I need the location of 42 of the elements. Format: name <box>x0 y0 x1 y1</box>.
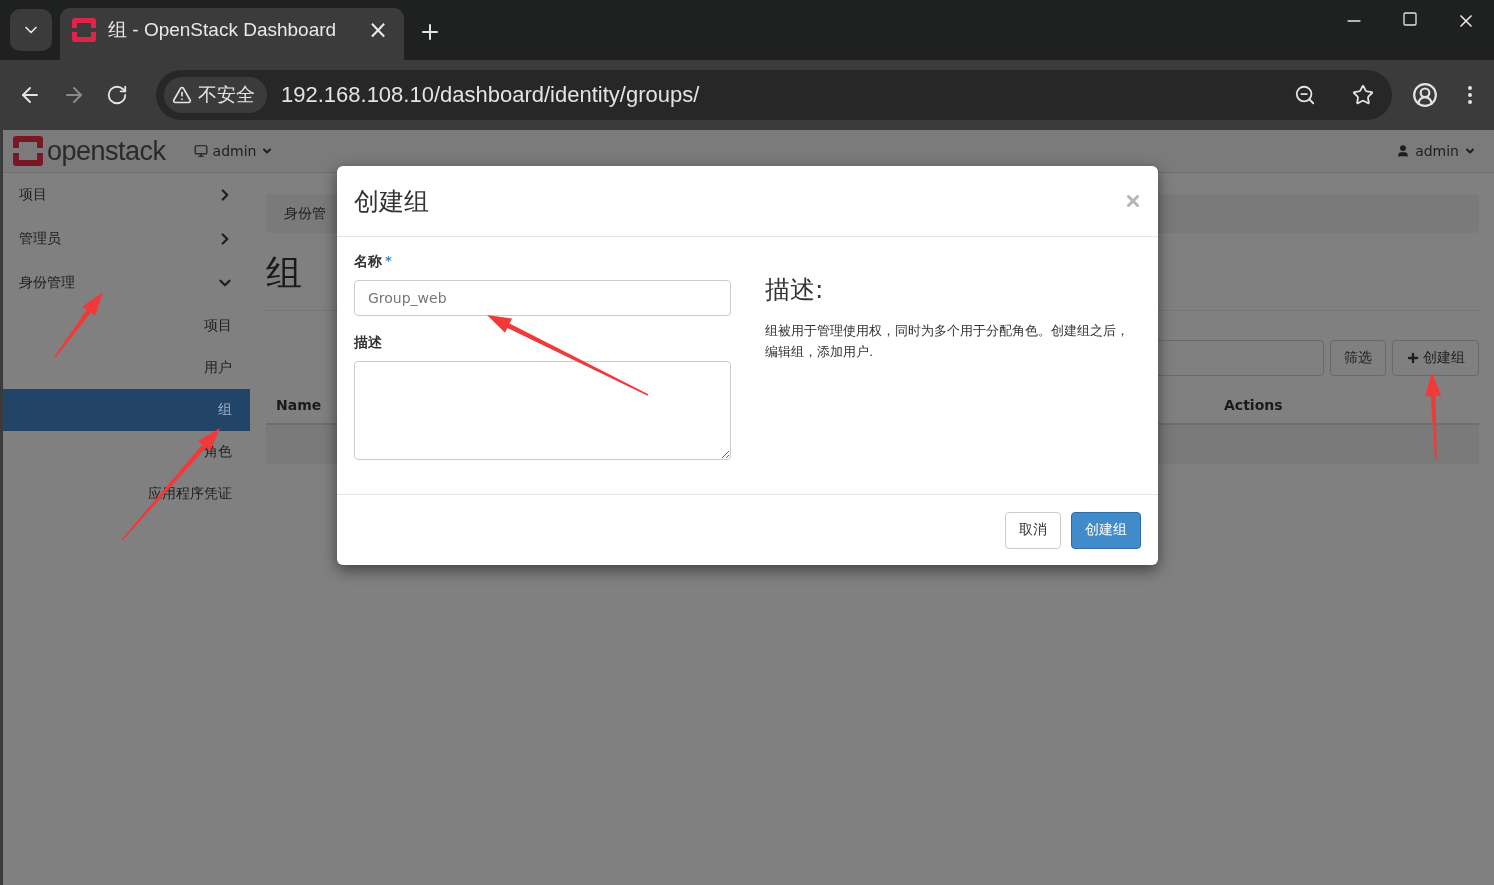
url-text: 192.168.108.10/dashboard/identity/groups/ <box>281 82 701 108</box>
security-chip[interactable]: 不安全 <box>164 77 267 113</box>
sidebar-item[interactable]: 管理员 <box>3 217 250 261</box>
plus-icon <box>1406 351 1420 365</box>
column-header: Name <box>276 397 322 413</box>
dialog-title: 创建组 <box>354 185 429 218</box>
field-label: 描述 <box>354 334 382 352</box>
project-menu[interactable]: admin <box>193 143 274 159</box>
sidebar-subitem[interactable]: 组 <box>3 389 250 431</box>
logo-text[interactable]: openstack <box>47 135 166 167</box>
help-heading: 描述: <box>765 274 825 306</box>
required-mark: * <box>385 253 392 270</box>
sidebar-subitem[interactable]: 用户 <box>3 347 250 389</box>
submit-button[interactable]: 创建组 <box>1071 511 1141 549</box>
sidebar-item[interactable]: 身份管理 <box>3 261 250 305</box>
browser-tab[interactable]: 组 - OpenStack Dashboard × <box>60 8 404 60</box>
sidebar-item[interactable]: 项目 <box>3 173 250 217</box>
filter-button[interactable]: 筛选 <box>1330 340 1386 376</box>
cancel-button[interactable]: 取消 <box>1005 511 1061 549</box>
warning-icon <box>172 85 192 105</box>
openstack-logo-icon <box>72 18 96 42</box>
maximize-icon[interactable] <box>1402 11 1418 27</box>
description-field[interactable] <box>354 361 731 460</box>
bookmark-star-icon[interactable] <box>1352 84 1374 106</box>
reload-icon[interactable] <box>106 84 128 106</box>
user-icon <box>1396 144 1411 158</box>
column-header: Actions <box>1224 397 1284 413</box>
breadcrumb-link[interactable]: 身份管 <box>284 204 326 223</box>
sidebar-subitem[interactable]: 项目 <box>3 305 250 347</box>
zoom-icon[interactable] <box>1294 84 1316 106</box>
openstack-logo-icon <box>13 136 43 166</box>
profile-icon[interactable] <box>1412 82 1438 108</box>
address-bar[interactable]: 不安全 192.168.108.10/dashboard/identity/groups/ <box>156 70 1392 120</box>
create-group-button[interactable]: 创建组 <box>1392 340 1479 376</box>
field-label: 名称 <box>354 253 382 271</box>
help-text: 组被用于管理使用权，同时为多个用于分配角色。创建组之后，编辑组，添加用户. <box>765 322 1130 361</box>
annotation-arrow <box>54 292 103 358</box>
user-menu[interactable]: admin <box>1396 143 1476 159</box>
tab-title: 组 - OpenStack Dashboard <box>108 18 338 42</box>
monitor-icon <box>193 144 208 158</box>
tab-close-button[interactable]: × <box>367 16 388 44</box>
name-field[interactable]: Group_web <box>354 280 731 316</box>
